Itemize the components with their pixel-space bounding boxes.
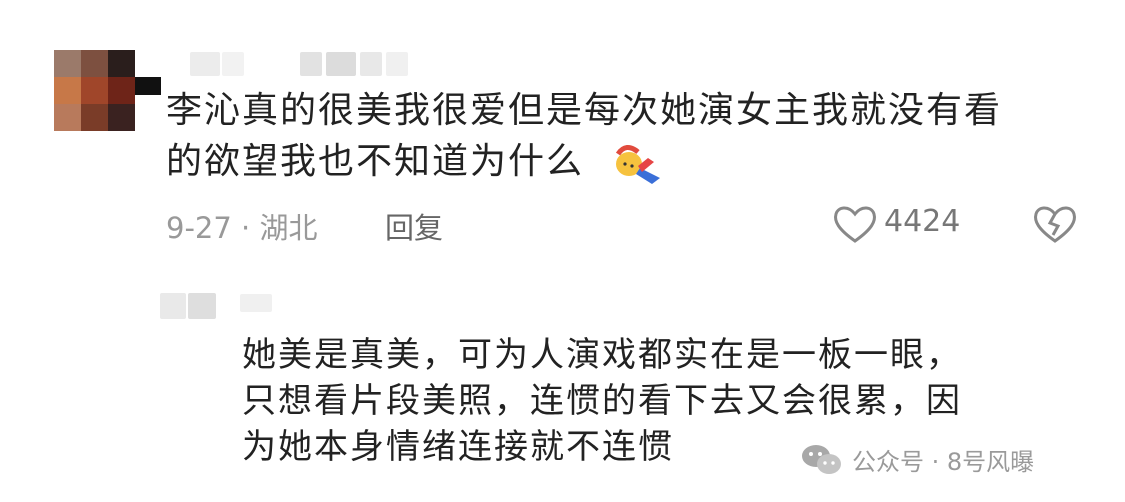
avatar-pixel bbox=[54, 77, 81, 104]
like-count: 4424 bbox=[884, 204, 961, 239]
heart-outline-icon[interactable] bbox=[832, 204, 878, 244]
broken-heart-icon[interactable] bbox=[1032, 204, 1078, 244]
avatar-pixel bbox=[54, 50, 81, 77]
avatar[interactable] bbox=[54, 50, 164, 131]
avatar-pixel bbox=[135, 77, 161, 95]
reply-text-line: 她美是真美，可为人演戏都实在是一板一眼， bbox=[242, 335, 962, 375]
avatar-pixel bbox=[108, 50, 135, 77]
avatar-pixel bbox=[108, 77, 135, 104]
reply-button[interactable]: 回复 bbox=[385, 205, 443, 247]
avatar-pixel bbox=[81, 50, 108, 77]
reply-username-blurred[interactable] bbox=[240, 294, 280, 314]
comment-date-location: 9-27 · 湖北 bbox=[166, 211, 318, 245]
watermark-text: 公众号 · 8号风曝 bbox=[852, 448, 1035, 476]
reply-text-line: 只想看片段美照，连惯的看下去又会很累，因 bbox=[242, 381, 962, 421]
watermark: 公众号 · 8号风曝 bbox=[800, 442, 1034, 477]
username-blurred[interactable] bbox=[190, 52, 420, 82]
avatar-pixel bbox=[81, 104, 108, 131]
avatar-pixel bbox=[108, 104, 135, 131]
avatar-pixel bbox=[54, 104, 81, 131]
comment-text-line: 李沁真的很美我很爱但是每次她演女主我就没有看 bbox=[166, 90, 1003, 131]
falling-person-emoji bbox=[615, 145, 660, 184]
avatar-pixel bbox=[81, 77, 108, 104]
wechat-icon bbox=[802, 444, 841, 474]
reply-avatar-blurred[interactable] bbox=[160, 293, 220, 327]
